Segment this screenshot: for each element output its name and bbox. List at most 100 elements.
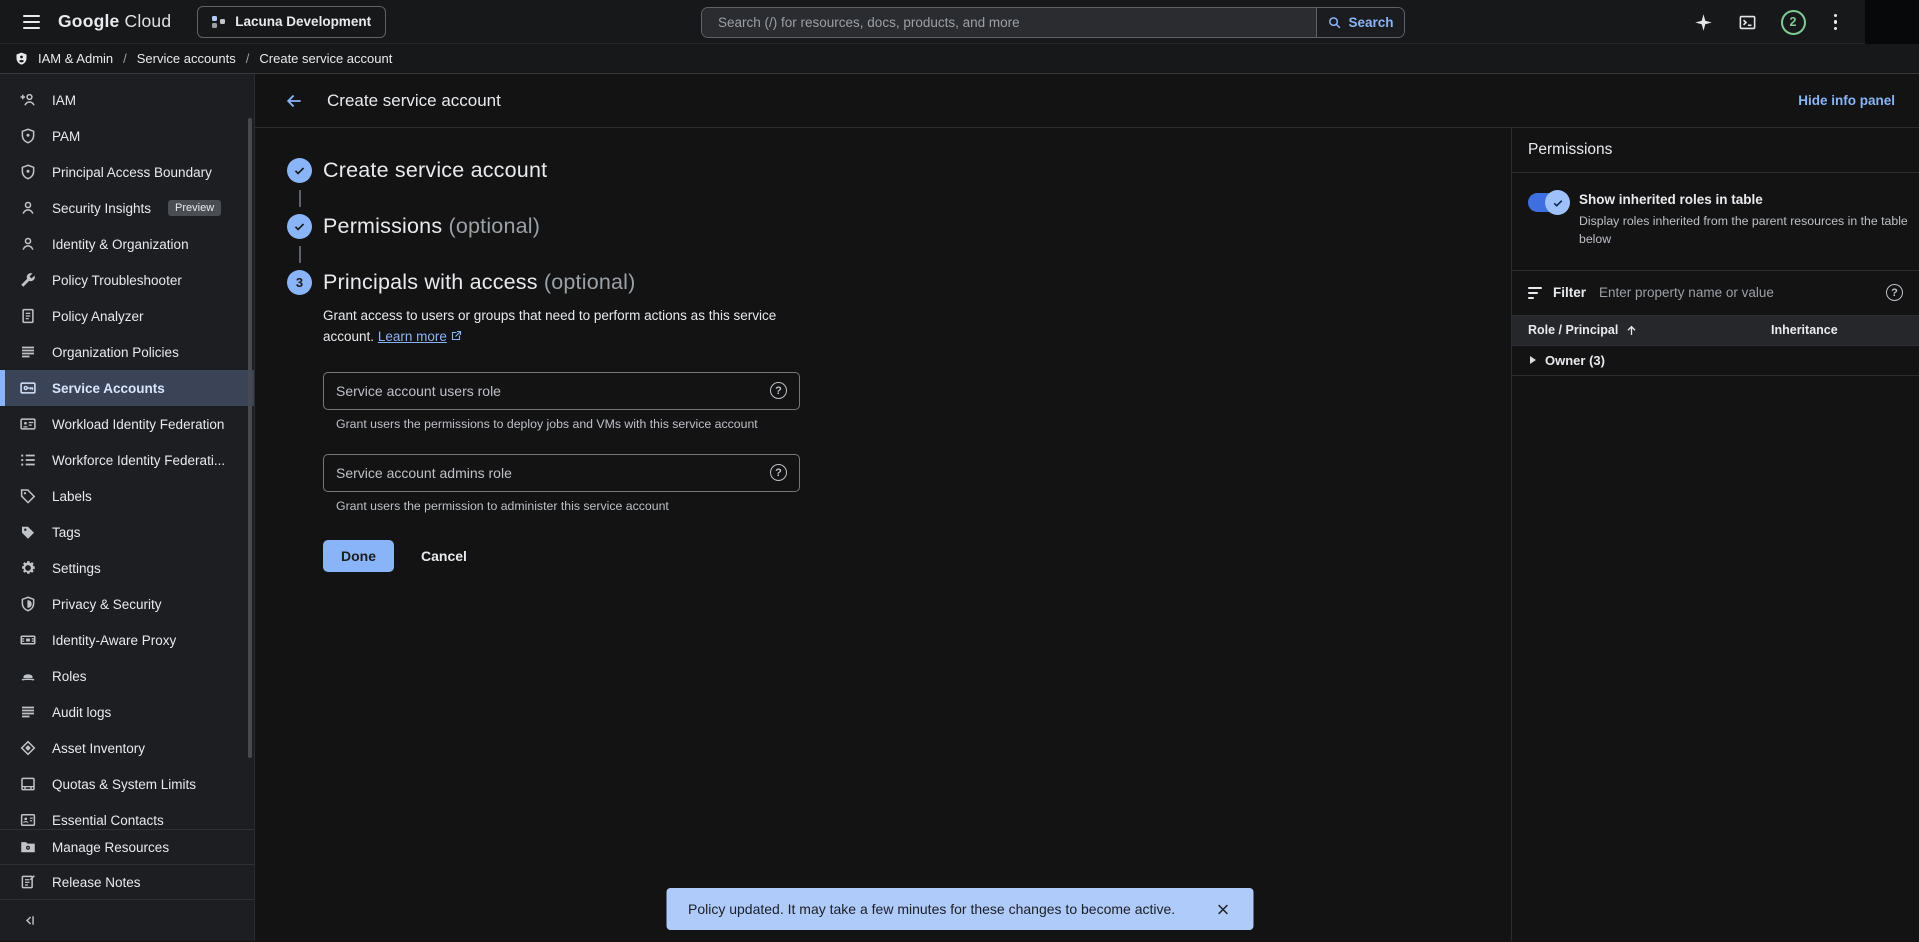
identity-card-icon <box>19 415 37 433</box>
done-button[interactable]: Done <box>323 540 394 572</box>
sidebar-item-asset-inventory[interactable]: Asset Inventory <box>0 730 254 766</box>
sidebar-item-audit-logs[interactable]: Audit logs <box>0 694 254 730</box>
field-helper-text: Grant users the permissions to deploy jo… <box>336 417 1511 431</box>
avatar[interactable] <box>1865 0 1919 44</box>
sidebar-item-settings[interactable]: Settings <box>0 550 254 586</box>
sidebar-item-essential-contacts[interactable]: Essential Contacts <box>0 802 254 829</box>
quota-icon <box>19 775 37 793</box>
sidebar-item-security-insights[interactable]: Security InsightsPreview <box>0 190 254 226</box>
sidebar-item-identity-organization[interactable]: Identity & Organization <box>0 226 254 262</box>
info-panel: Permissions Show inherited roles in tabl… <box>1511 128 1919 941</box>
iam-shield-icon <box>14 51 29 66</box>
sidebar-item-tags[interactable]: Tags <box>0 514 254 550</box>
wizard-area: Create service account Permissions (optio… <box>255 128 1511 941</box>
search-button[interactable]: Search <box>1316 8 1404 37</box>
folder-manage-icon <box>19 838 37 856</box>
sidebar-item-roles[interactable]: Roles <box>0 658 254 694</box>
cloud-shell-icon[interactable] <box>1738 13 1757 32</box>
step-description: Grant access to users or groups that nee… <box>323 306 825 349</box>
service-account-admins-role-field[interactable]: Service account admins role? <box>323 454 800 492</box>
audit-logs-icon <box>19 703 37 721</box>
wizard-step-permissions[interactable]: Permissions (optional) <box>287 214 1511 239</box>
person-search-icon <box>19 199 37 217</box>
sort-ascending-icon <box>1625 324 1638 337</box>
sidebar-item-pam[interactable]: PAM <box>0 118 254 154</box>
cancel-button[interactable]: Cancel <box>421 548 467 564</box>
breadcrumb-item-service-accounts[interactable]: Service accounts <box>137 51 236 66</box>
search-input[interactable]: Search (/) for resources, docs, products… <box>702 8 1316 37</box>
sidebar-item-iam[interactable]: IAM <box>0 82 254 118</box>
back-button[interactable] <box>277 84 311 118</box>
service-account-icon <box>19 379 37 397</box>
field-help-icon[interactable]: ? <box>770 464 787 481</box>
expand-icon[interactable] <box>1530 356 1536 364</box>
release-notes-icon <box>19 873 37 891</box>
breadcrumb-item-iam-admin[interactable]: IAM & Admin <box>38 51 113 66</box>
project-selector[interactable]: Lacuna Development <box>197 6 386 38</box>
search-placeholder: Search (/) for resources, docs, products… <box>718 15 1020 30</box>
field-help-icon[interactable]: ? <box>770 382 787 399</box>
wizard-step-principals-with-access[interactable]: 3Principals with access (optional) <box>287 270 1511 295</box>
person-add-icon <box>19 91 37 109</box>
gemini-sparkle-icon[interactable] <box>1693 12 1714 33</box>
more-options-icon[interactable] <box>1830 10 1842 35</box>
learn-more-link[interactable]: Learn more <box>378 329 447 344</box>
sidebar-scrollbar[interactable] <box>248 118 252 758</box>
wizard-step-create-service-account[interactable]: Create service account <box>287 158 1511 183</box>
google-cloud-logo[interactable]: Google Cloud <box>58 11 171 32</box>
sidebar-item-service-accounts[interactable]: Service Accounts <box>0 370 254 406</box>
person-circle-icon <box>19 235 37 253</box>
sidebar-bottom: Manage ResourcesRelease Notes <box>0 829 254 899</box>
filter-input[interactable]: Enter property name or value <box>1599 285 1886 300</box>
sidebar-item-organization-policies[interactable]: Organization Policies <box>0 334 254 370</box>
breadcrumb-separator: / <box>245 51 251 66</box>
sidebar-item-principal-access-boundary[interactable]: Principal Access Boundary <box>0 154 254 190</box>
filter-help-icon[interactable]: ? <box>1886 284 1903 301</box>
sidebar-item-policy-analyzer[interactable]: Policy Analyzer <box>0 298 254 334</box>
filter-label[interactable]: Filter <box>1553 285 1586 300</box>
sidebar: IAMPAMPrincipal Access BoundarySecurity … <box>0 74 255 941</box>
sidebar-item-identity-aware-proxy[interactable]: Identity-Aware Proxy <box>0 622 254 658</box>
wrench-icon <box>19 271 37 289</box>
external-link-icon <box>450 328 462 349</box>
toast-notification: Policy updated. It may take a few minute… <box>666 888 1253 930</box>
info-panel-title: Permissions <box>1512 128 1919 173</box>
top-bar: Google Cloud Lacuna Development Search (… <box>0 0 1919 44</box>
column-inheritance[interactable]: Inheritance <box>1771 323 1838 337</box>
hide-info-panel-link[interactable]: Hide info panel <box>1798 93 1895 108</box>
label-icon <box>19 487 37 505</box>
page-title: Create service account <box>327 91 501 111</box>
global-search: Search (/) for resources, docs, products… <box>701 7 1405 38</box>
sidebar-item-labels[interactable]: Labels <box>0 478 254 514</box>
sidebar-item-quotas-system-limits[interactable]: Quotas & System Limits <box>0 766 254 802</box>
tag-icon <box>19 523 37 541</box>
toast-close-icon[interactable] <box>1215 902 1230 917</box>
service-account-users-role-field[interactable]: Service account users role? <box>323 372 800 410</box>
roles-table-header: Role / Principal Inheritance <box>1512 316 1919 346</box>
breadcrumb-item-create-service-account: Create service account <box>259 51 392 66</box>
preview-badge: Preview <box>168 200 221 216</box>
toggle-description: Display roles inherited from the parent … <box>1579 212 1909 249</box>
sidebar-item-policy-troubleshooter[interactable]: Policy Troubleshooter <box>0 262 254 298</box>
asset-inventory-icon <box>19 739 37 757</box>
sidebar-item-workload-identity-federation[interactable]: Workload Identity Federation <box>0 406 254 442</box>
page-header: Create service account Hide info panel <box>255 74 1919 128</box>
sidebar-item-privacy-security[interactable]: Privacy & Security <box>0 586 254 622</box>
notifications-badge[interactable]: 2 <box>1781 10 1806 35</box>
breadcrumb: IAM & Admin/Service accounts/Create serv… <box>0 44 1919 74</box>
toggle-label: Show inherited roles in table <box>1579 192 1909 207</box>
field-helper-text: Grant users the permission to administer… <box>336 499 1511 513</box>
menu-icon[interactable] <box>14 5 48 39</box>
sidebar-item-manage-resources[interactable]: Manage Resources <box>0 829 254 864</box>
column-role-principal[interactable]: Role / Principal <box>1528 323 1771 337</box>
doc-check-icon <box>19 307 37 325</box>
show-inherited-roles-toggle[interactable] <box>1528 193 1567 212</box>
collapse-sidebar-button[interactable] <box>0 899 254 941</box>
project-name: Lacuna Development <box>235 14 371 29</box>
sidebar-item-release-notes[interactable]: Release Notes <box>0 864 254 899</box>
role-row-owner-3[interactable]: Owner (3) <box>1512 346 1919 376</box>
proxy-icon <box>19 631 37 649</box>
topbar-actions: 2 <box>1693 0 1919 44</box>
sidebar-item-workforce-identity-federati[interactable]: Workforce Identity Federati... <box>0 442 254 478</box>
gear-icon <box>19 559 37 577</box>
